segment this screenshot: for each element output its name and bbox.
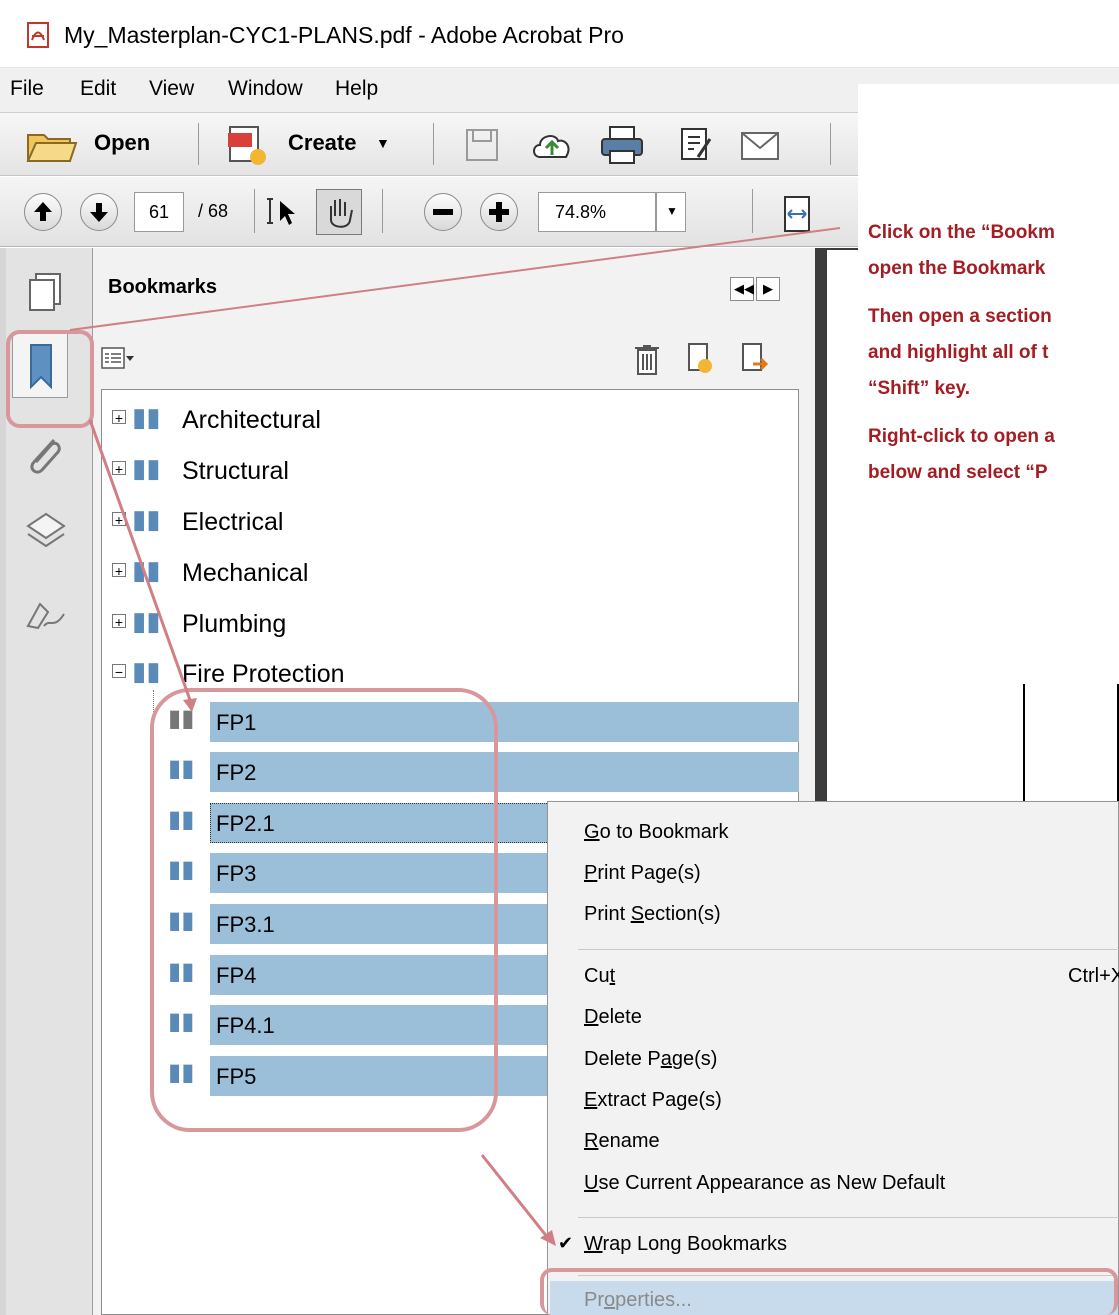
annotation-arrows [69,227,841,1246]
arrowhead-icon [183,698,197,712]
arrow-to-children [88,419,192,701]
arrow-to-properties [480,1154,550,1239]
callout-connector-line [69,227,841,331]
